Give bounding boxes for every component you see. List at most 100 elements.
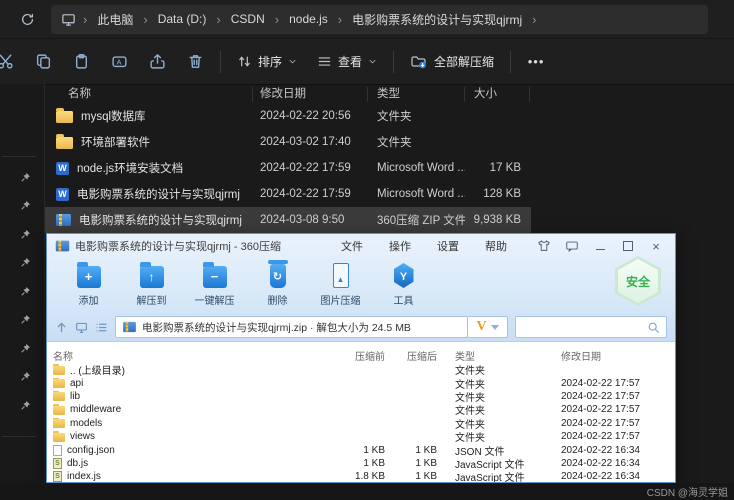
zip-tool-button[interactable]: 工具 xyxy=(372,260,435,316)
pin-icon[interactable] xyxy=(20,172,31,183)
sort-button[interactable]: 排序 xyxy=(227,45,307,79)
divider xyxy=(220,50,221,73)
breadcrumb-item[interactable]: CSDN xyxy=(228,11,268,27)
pin-icon[interactable] xyxy=(20,229,31,240)
more-button[interactable]: ••• xyxy=(517,45,555,79)
zip-tool-label: 一键解压 xyxy=(194,296,235,307)
file-row[interactable]: 电影购票系统的设计与实现qjrmj 2024-03-08 9:50 360压缩 … xyxy=(44,207,531,233)
breadcrumb-item[interactable]: 电影购票系统的设计与实现qjrmj xyxy=(349,10,525,29)
extract-all-button[interactable]: 全部解压缩 xyxy=(400,45,504,79)
file-size: 17 KB xyxy=(489,162,521,174)
vip-dropdown[interactable]: V xyxy=(468,316,508,338)
rename-button[interactable]: A xyxy=(100,45,138,79)
extract-all-label: 全部解压缩 xyxy=(434,55,495,69)
zip-column-date[interactable]: 修改日期 xyxy=(541,348,601,363)
breadcrumb-item[interactable]: node.js xyxy=(286,11,331,27)
zip-tool-button[interactable]: 一键解压 xyxy=(183,260,246,316)
share-button[interactable] xyxy=(138,45,176,79)
zip-column-name[interactable]: 名称 xyxy=(51,348,341,363)
zip-tool-button[interactable]: 图片压缩 xyxy=(309,260,372,316)
zip-tool-label: 删除 xyxy=(267,296,288,307)
search-input[interactable] xyxy=(515,316,667,338)
file-name: mysql数据库 xyxy=(81,111,146,123)
divider xyxy=(510,50,512,73)
file-row[interactable]: 环境部署软件 2024-03-02 17:40 文件夹 xyxy=(44,129,531,155)
safe-badge[interactable]: 安全 xyxy=(615,256,661,306)
pin-icon[interactable] xyxy=(20,400,31,411)
zip-entry-row[interactable]: middleware 文件夹 2024-02-22 17:57 xyxy=(51,403,673,417)
file-row[interactable]: 电影购票系统的设计与实现qjrmj 2024-02-22 17:59 Micro… xyxy=(44,181,531,207)
breadcrumb-item[interactable]: Data (D:) xyxy=(155,11,210,27)
pin-icon[interactable] xyxy=(20,257,31,268)
view-button[interactable]: 查看 xyxy=(307,45,387,79)
file-list: mysql数据库 2024-02-22 20:56 文件夹 环境部署软件 202… xyxy=(44,103,531,233)
column-header-name[interactable]: 名称 xyxy=(44,86,253,102)
file-type: 文件夹 xyxy=(377,111,412,123)
zip-entry-row[interactable]: models 文件夹 2024-02-22 17:57 xyxy=(51,417,673,431)
file-type: Microsoft Word ... xyxy=(377,188,465,200)
paste-button[interactable] xyxy=(62,45,100,79)
close-button[interactable]: × xyxy=(649,239,663,253)
copy-button[interactable] xyxy=(24,45,62,79)
zip-tool-icon xyxy=(72,261,106,289)
zip-column-before[interactable]: 压缩前 xyxy=(341,348,385,363)
menu-item[interactable]: 文件 xyxy=(341,238,363,254)
zip-entry-row[interactable]: views 文件夹 2024-02-22 17:57 xyxy=(51,430,673,444)
zip-address-field[interactable]: 电影购票系统的设计与实现qjrmj.zip · 解包大小为 24.5 MB xyxy=(115,316,468,338)
zip-tool-button[interactable]: 添加 xyxy=(57,260,120,316)
list-view-icon[interactable] xyxy=(95,321,108,334)
divider xyxy=(393,50,395,73)
bottom-strip: CSDN @海灵学姐 xyxy=(0,483,734,500)
zip-entry-row[interactable]: lib 文件夹 2024-02-22 17:57 xyxy=(51,390,673,404)
divider xyxy=(2,156,36,157)
pin-icon[interactable] xyxy=(20,343,31,354)
column-header-date[interactable]: 修改日期 xyxy=(253,86,368,102)
entry-name: views xyxy=(70,431,96,443)
delete-button[interactable] xyxy=(176,45,214,79)
zip-tool-button[interactable]: 删除 xyxy=(246,260,309,316)
column-header-size[interactable]: 大小 xyxy=(465,86,530,102)
entry-type: JavaScript 文件 xyxy=(455,473,525,482)
computer-view-icon[interactable] xyxy=(75,321,88,334)
skin-icon[interactable] xyxy=(537,239,551,253)
menu-item[interactable]: 帮助 xyxy=(485,238,507,254)
zip-entry-row[interactable]: api 文件夹 2024-02-22 17:57 xyxy=(51,376,673,391)
cut-button[interactable] xyxy=(0,45,24,79)
zip-list-header: 名称 压缩前 压缩后 类型 修改日期 xyxy=(51,348,673,363)
file-date: 2024-02-22 17:59 xyxy=(260,188,351,200)
zip-entry-row[interactable]: config.json 1 KB 1 KB JSON 文件 2024-02-22… xyxy=(51,443,673,458)
file-row[interactable]: mysql数据库 2024-02-22 20:56 文件夹 xyxy=(44,103,531,129)
refresh-icon[interactable] xyxy=(20,12,35,27)
entry-name: index.js xyxy=(67,471,101,482)
zip-column-type[interactable]: 类型 xyxy=(437,348,541,363)
breadcrumb-item[interactable]: 此电脑 xyxy=(94,10,136,29)
maximize-button[interactable] xyxy=(621,239,635,253)
up-icon[interactable] xyxy=(55,321,68,334)
entry-name: middleware xyxy=(70,404,122,416)
zip-tool-label: 解压到 xyxy=(136,296,167,307)
menu-item[interactable]: 设置 xyxy=(437,238,459,254)
zip-column-after[interactable]: 压缩后 xyxy=(385,348,437,363)
file-type-icon xyxy=(56,134,73,149)
pin-icon[interactable] xyxy=(20,200,31,211)
entry-size-before: 1.8 KB xyxy=(354,471,385,482)
file-row[interactable]: node.js环境安装文档 2024-02-22 17:59 Microsoft… xyxy=(44,155,531,181)
menu-item[interactable]: 操作 xyxy=(389,238,411,254)
pin-icon[interactable] xyxy=(20,371,31,382)
zip-entry-row[interactable]: .. (上级目录) 文件夹 xyxy=(51,363,673,377)
chevron-right-icon: › xyxy=(216,11,221,27)
feedback-icon[interactable] xyxy=(565,239,579,253)
pin-icon[interactable] xyxy=(20,286,31,297)
zip-tool-label: 添加 xyxy=(78,296,99,307)
pin-icon[interactable] xyxy=(20,314,31,325)
zip-entry-row[interactable]: index.js 1.8 KB 1 KB JavaScript 文件 2024-… xyxy=(51,470,673,482)
file-type: 文件夹 xyxy=(377,137,412,149)
zip-file-list: 名称 压缩前 压缩后 类型 修改日期 .. (上级目录) 文件夹 api 文件夹… xyxy=(47,342,675,482)
breadcrumb[interactable]: › 此电脑 › Data (D:) › CSDN › node.js › 电影购… xyxy=(51,4,708,34)
minimize-button[interactable] xyxy=(593,239,607,253)
entry-size-after: 1 KB xyxy=(415,457,437,469)
column-header-type[interactable]: 类型 xyxy=(368,86,465,102)
file-type-icon xyxy=(56,187,69,201)
zip-tool-button[interactable]: 解压到 xyxy=(120,260,183,316)
zip-entry-row[interactable]: db.js 1 KB 1 KB JavaScript 文件 2024-02-22… xyxy=(51,457,673,471)
